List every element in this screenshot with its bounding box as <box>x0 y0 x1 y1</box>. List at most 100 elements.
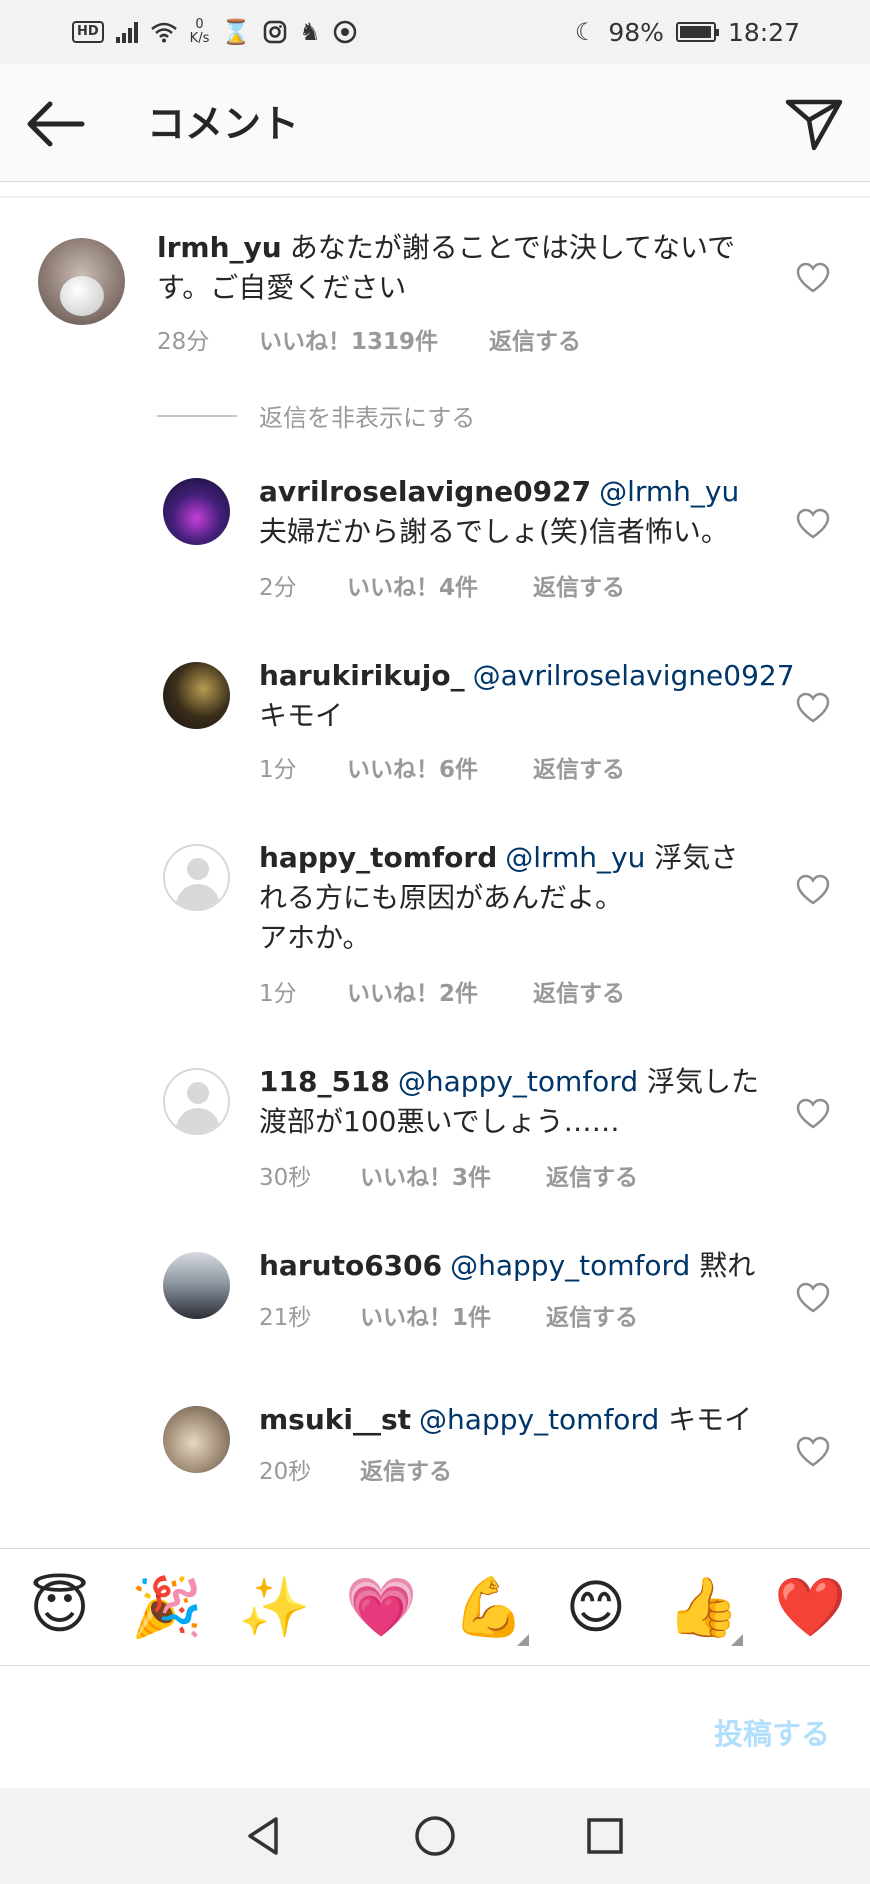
reply-button[interactable]: 返信する <box>533 750 625 784</box>
top-app-bar: コメント <box>0 64 870 182</box>
do-not-disturb-icon: ☾ <box>574 18 597 46</box>
likes-count[interactable]: いいね！3件 <box>360 1158 546 1192</box>
likes-count[interactable]: いいね！1319件 <box>259 322 489 356</box>
reply-mention[interactable]: @avrilroselavigne0927 <box>473 659 795 692</box>
app-notification-icon: ♞ <box>299 18 321 46</box>
reply-username[interactable]: msuki__st <box>259 1403 411 1436</box>
hourglass-icon: ⌛ <box>221 18 252 46</box>
likes-count[interactable]: いいね！4件 <box>347 568 533 602</box>
reply-time: 1分 <box>259 757 297 783</box>
heart-outline-icon[interactable] <box>796 1436 830 1468</box>
reply-username[interactable]: avrilroselavigne0927 <box>259 475 591 508</box>
reply-meta: 1分 いいね！6件 返信する <box>259 750 625 784</box>
battery-percent: 98% <box>608 17 664 47</box>
battery-icon <box>675 22 719 42</box>
reply-mention[interactable]: @happy_tomford <box>398 1065 638 1098</box>
comment-text: lrmh_yu あなたが謝ることでは決してないです。ご自愛ください <box>157 228 757 308</box>
reply-meta: 21秒 いいね！1件 返信する <box>259 1298 638 1332</box>
network-speed: 0 K/s <box>189 17 210 46</box>
comment-composer: 投稿する <box>0 1667 870 1787</box>
avatar[interactable] <box>163 1252 230 1319</box>
heart-outline-icon[interactable] <box>796 874 830 906</box>
heart-outline-icon[interactable] <box>796 692 830 724</box>
reply-text: 118_518 @happy_tomford 浮気した渡部が100悪いでしょう…… <box>259 1062 759 1142</box>
heart-outline-icon[interactable] <box>796 262 830 294</box>
nav-recents-icon[interactable] <box>580 1811 630 1861</box>
page-title: コメント <box>147 102 300 146</box>
nav-back-icon[interactable] <box>240 1811 290 1861</box>
avatar[interactable] <box>38 238 125 325</box>
skin-tone-indicator <box>516 1634 529 1646</box>
reply-username[interactable]: 118_518 <box>259 1065 390 1098</box>
comment-meta: 28分 いいね！1319件 返信する <box>157 322 581 356</box>
divider <box>157 414 237 417</box>
reply-mention[interactable]: @lrmh_yu <box>599 475 739 508</box>
reply-button[interactable]: 返信する <box>546 1298 638 1332</box>
reply-mention[interactable]: @happy_tomford <box>419 1403 659 1436</box>
avatar[interactable] <box>163 478 230 545</box>
reply-mention[interactable]: @happy_tomford <box>450 1249 690 1282</box>
system-navigation-bar <box>0 1788 870 1884</box>
reply-text: happy_tomford @lrmh_yu 浮気される方にも原因があんだよ。 アホ… <box>259 838 749 958</box>
hd-badge: HD <box>72 21 104 43</box>
reply-meta: 30秒 いいね！3件 返信する <box>259 1158 638 1192</box>
reply-text: msuki__st @happy_tomford キモイ <box>259 1400 759 1440</box>
reply-time: 21秒 <box>259 1305 312 1331</box>
post-button[interactable]: 投稿する <box>714 1711 830 1753</box>
reply-time: 30秒 <box>259 1165 312 1191</box>
reply-body: キモイ <box>668 1403 753 1436</box>
emoji-party-popper[interactable]: 🎉 <box>127 1574 207 1640</box>
reply-username[interactable]: haruto6306 <box>259 1249 442 1282</box>
status-bar: HD 0 K/s ⌛ ♞ ☾ 98% 18:27 <box>0 0 870 64</box>
default-avatar-icon[interactable] <box>163 1068 230 1135</box>
reply-username[interactable]: happy_tomford <box>259 841 497 874</box>
comment-username[interactable]: lrmh_yu <box>157 231 282 264</box>
skin-tone-indicator <box>731 1634 744 1646</box>
emoji-flexed-biceps[interactable]: 💪 <box>449 1574 529 1646</box>
avatar[interactable] <box>163 1406 230 1473</box>
clock: 18:27 <box>727 17 800 47</box>
reply-mention[interactable]: @lrmh_yu <box>505 841 645 874</box>
reply-text: harukirikujo_ @avrilroselavigne0927 キモイ <box>259 656 795 736</box>
reply-body-line2: アホか。 <box>259 921 371 954</box>
hide-replies-label: 返信を非表示にする <box>259 404 476 432</box>
reply-time: 1分 <box>259 981 297 1007</box>
nav-home-icon[interactable] <box>410 1811 460 1861</box>
reply-meta: 2分 いいね！4件 返信する <box>259 568 625 602</box>
emoji-halo-smile[interactable]: 😇 <box>20 1574 100 1640</box>
reply-button[interactable]: 返信する <box>546 1158 638 1192</box>
heart-outline-icon[interactable] <box>796 508 830 540</box>
reply-button[interactable]: 返信する <box>533 974 625 1008</box>
avatar[interactable] <box>163 662 230 729</box>
instagram-icon <box>264 20 287 44</box>
likes-count[interactable]: いいね！6件 <box>347 750 533 784</box>
direct-send-icon[interactable] <box>784 92 844 152</box>
reply-time: 20秒 <box>259 1459 312 1485</box>
emoji-red-heart[interactable]: ❤️ <box>770 1574 850 1640</box>
reply-button[interactable]: 返信する <box>360 1452 452 1486</box>
comments-screen: HD 0 K/s ⌛ ♞ ☾ 98% 18:27 コメント lrmh_yu あな… <box>0 0 870 1884</box>
wifi-icon <box>150 22 177 43</box>
hide-replies-toggle[interactable]: 返信を非表示にする <box>157 398 475 433</box>
reply-text: haruto6306 @happy_tomford 黙れ <box>259 1246 759 1286</box>
heart-outline-icon[interactable] <box>796 1098 830 1130</box>
back-arrow-icon[interactable] <box>24 94 88 154</box>
signal-icon <box>115 21 138 43</box>
comment-input[interactable] <box>40 1707 660 1757</box>
likes-count[interactable]: いいね！1件 <box>360 1298 546 1332</box>
emoji-growing-heart[interactable]: 💗 <box>341 1574 421 1640</box>
reply-meta: 1分 いいね！2件 返信する <box>259 974 625 1008</box>
reply-button[interactable]: 返信する <box>489 322 581 356</box>
reply-time: 2分 <box>259 575 297 601</box>
default-avatar-icon[interactable] <box>163 844 230 911</box>
reply-button[interactable]: 返信する <box>533 568 625 602</box>
emoji-smiling-face[interactable]: 😊 <box>556 1574 636 1640</box>
heart-outline-icon[interactable] <box>796 1282 830 1314</box>
vpn-icon <box>333 20 357 44</box>
likes-count[interactable]: いいね！2件 <box>347 974 533 1008</box>
reply-username[interactable]: harukirikujo_ <box>259 659 465 692</box>
comment-time: 28分 <box>157 329 210 355</box>
emoji-thumbs-up[interactable]: 👍 <box>663 1574 744 1646</box>
reply-body: 黙れ <box>699 1249 756 1282</box>
emoji-sparkles[interactable]: ✨ <box>234 1574 314 1640</box>
